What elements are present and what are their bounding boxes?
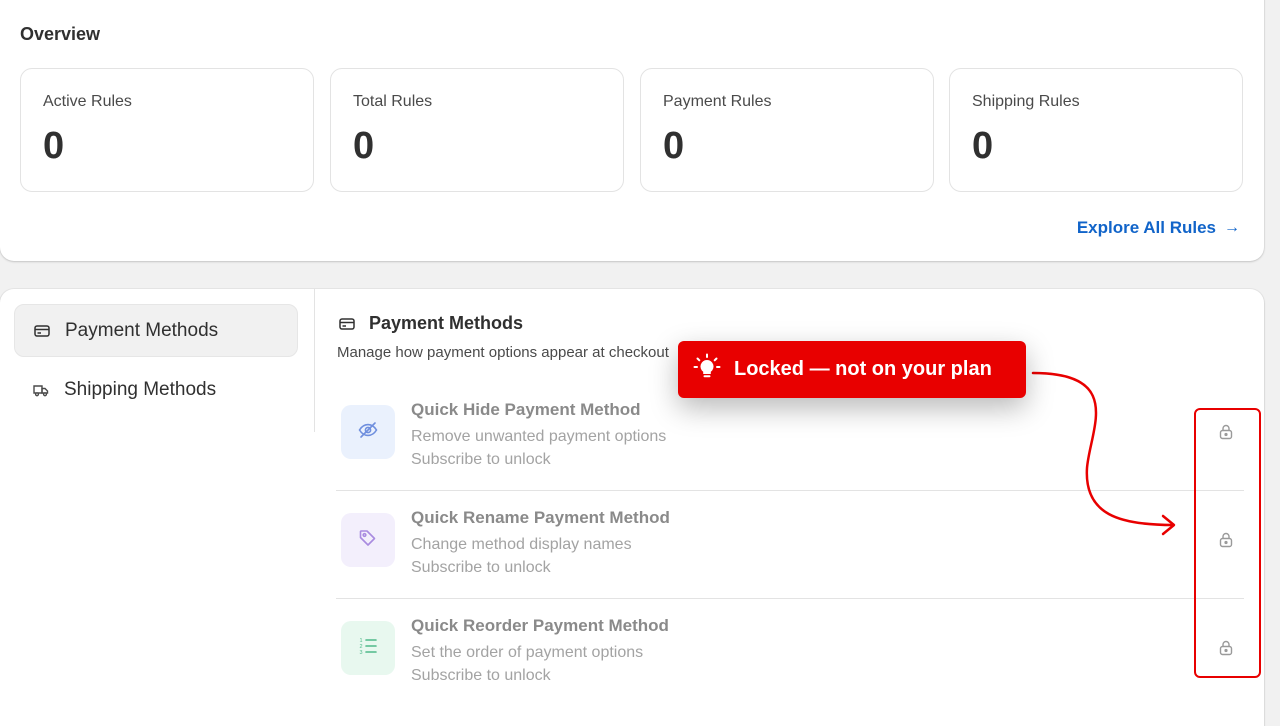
nav-divider: [314, 289, 315, 432]
stat-label: Active Rules: [43, 93, 132, 110]
stat-value: 0: [663, 125, 685, 167]
nav-item-label: Payment Methods: [65, 319, 219, 341]
stat-value: 0: [353, 125, 375, 167]
method-description: Remove unwanted payment options: [411, 428, 667, 445]
stat-label: Payment Rules: [663, 93, 772, 110]
section-header: Payment Methods: [338, 313, 523, 334]
locked-callout: Locked — not on your plan: [678, 341, 1026, 398]
method-row-quick-reorder: 1 2 3 Quick Reorder Payment Method Set t…: [336, 600, 1244, 707]
section-subtitle: Manage how payment options appear at che…: [337, 344, 669, 361]
credit-card-icon: [338, 315, 356, 333]
nav-item-shipping-methods[interactable]: Shipping Methods: [14, 363, 298, 416]
methods-card: Payment Methods Shipping Methods Payment…: [0, 289, 1264, 726]
method-description: Set the order of payment options: [411, 644, 644, 661]
ordered-list-icon: 1 2 3: [357, 635, 379, 662]
callout-text: Locked — not on your plan: [734, 358, 992, 380]
stat-card-active-rules: Active Rules 0: [20, 68, 314, 192]
lightbulb-icon: [692, 352, 722, 388]
lock-column-highlight: [1194, 408, 1261, 678]
explore-all-rules-link[interactable]: Explore All Rules →: [1077, 218, 1240, 238]
tag-icon: [357, 527, 379, 554]
method-title: Quick Rename Payment Method: [411, 508, 670, 527]
method-row-quick-rename: Quick Rename Payment Method Change metho…: [336, 492, 1244, 599]
method-title: Quick Hide Payment Method: [411, 400, 641, 419]
method-icon-box: [341, 513, 395, 567]
method-title: Quick Reorder Payment Method: [411, 616, 669, 635]
overview-card: Overview Active Rules 0 Total Rules 0 Pa…: [0, 0, 1264, 261]
method-icon-box: 1 2 3: [341, 621, 395, 675]
truck-icon: [32, 381, 50, 399]
stat-value: 0: [43, 125, 65, 167]
stat-label: Shipping Rules: [972, 93, 1080, 110]
method-icon-box: [341, 405, 395, 459]
stat-card-total-rules: Total Rules 0: [330, 68, 624, 192]
method-status: Subscribe to unlock: [411, 451, 551, 468]
nav-item-label: Shipping Methods: [64, 378, 217, 400]
overview-title: Overview: [20, 24, 101, 44]
method-status: Subscribe to unlock: [411, 667, 551, 684]
method-description: Change method display names: [411, 536, 632, 553]
credit-card-icon: [33, 322, 51, 340]
stat-card-shipping-rules: Shipping Rules 0: [949, 68, 1243, 192]
section-title: Payment Methods: [369, 313, 524, 333]
method-status: Subscribe to unlock: [411, 559, 551, 576]
eye-off-icon: [357, 419, 379, 446]
stat-label: Total Rules: [353, 93, 433, 110]
svg-text:3: 3: [360, 650, 363, 656]
arrow-right-icon: →: [1224, 219, 1240, 236]
method-row-quick-hide: Quick Hide Payment Method Remove unwante…: [336, 384, 1244, 491]
stat-value: 0: [972, 125, 994, 167]
nav-item-payment-methods[interactable]: Payment Methods: [14, 304, 298, 357]
explore-all-rules-label: Explore All Rules: [1076, 218, 1216, 237]
stat-card-payment-rules: Payment Rules 0: [640, 68, 934, 192]
